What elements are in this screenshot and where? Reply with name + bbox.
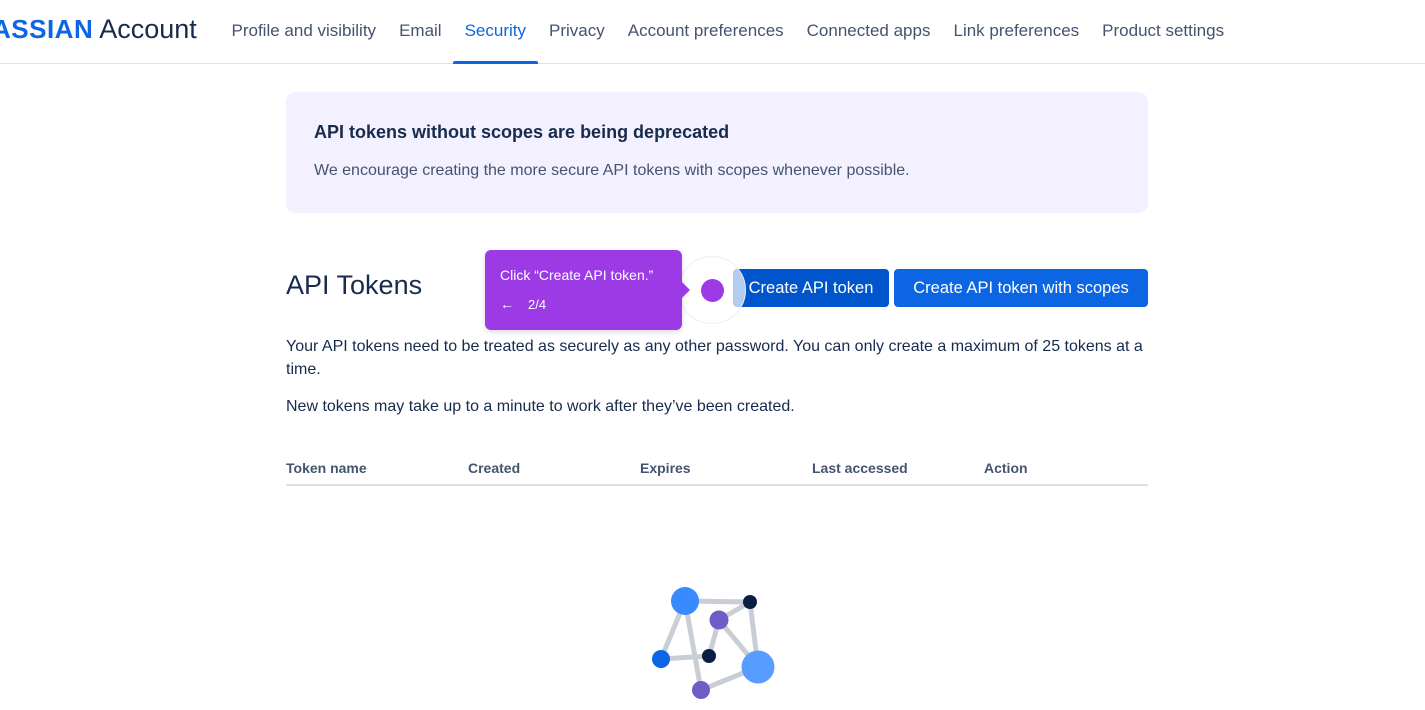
column-token-name: Token name: [286, 460, 367, 476]
column-created: Created: [468, 460, 521, 476]
tokens-description: Your API tokens need to be treated as se…: [286, 338, 1143, 378]
deprecation-banner: API tokens without scopes are being depr…: [286, 92, 1148, 213]
create-api-token-button[interactable]: Create API token: [733, 269, 889, 307]
guide-tooltip-nav: ← 2/4: [500, 296, 667, 312]
empty-state-illustration: [652, 587, 775, 699]
brand-account-label: Account: [99, 14, 197, 44]
tokens-activation-note: New tokens may take up to a minute to wo…: [286, 398, 795, 415]
tab-product-settings[interactable]: Product settings: [1091, 0, 1236, 64]
tab-profile-and-visibility[interactable]: Profile and visibility: [220, 0, 388, 64]
tab-security[interactable]: Security: [453, 0, 538, 64]
tab-email[interactable]: Email: [388, 0, 454, 64]
guide-beacon-dot[interactable]: [701, 279, 724, 302]
column-expires: Expires: [640, 460, 691, 476]
account-tabs: Profile and visibility Email Security Pr…: [220, 0, 1236, 64]
create-api-token-with-scopes-button[interactable]: Create API token with scopes: [894, 269, 1148, 307]
column-action: Action: [984, 460, 1028, 476]
tab-connected-apps[interactable]: Connected apps: [795, 0, 942, 64]
tokens-table-header: Token name Created Expires Last accessed…: [286, 460, 1148, 486]
guide-step-counter: 2/4: [528, 296, 547, 312]
tab-link-preferences[interactable]: Link preferences: [942, 0, 1091, 64]
banner-text: We encourage creating the more secure AP…: [314, 162, 910, 179]
tab-privacy[interactable]: Privacy: [538, 0, 617, 64]
arrow-left-icon[interactable]: ←: [500, 296, 514, 312]
guide-tooltip-text: Click “Create API token.”: [500, 267, 654, 283]
top-navigation: ASSIAN Account Profile and visibility Em…: [0, 0, 1425, 64]
page-title: API Tokens: [286, 270, 423, 300]
banner-title: API tokens without scopes are being depr…: [314, 122, 730, 142]
guide-tooltip: Click “Create API token.” ← 2/4: [485, 250, 690, 330]
brand-wordmark: ASSIAN: [0, 14, 94, 44]
tab-account-preferences[interactable]: Account preferences: [616, 0, 795, 64]
brand-logo[interactable]: ASSIAN Account: [0, 14, 197, 48]
column-last-accessed: Last accessed: [812, 460, 908, 476]
